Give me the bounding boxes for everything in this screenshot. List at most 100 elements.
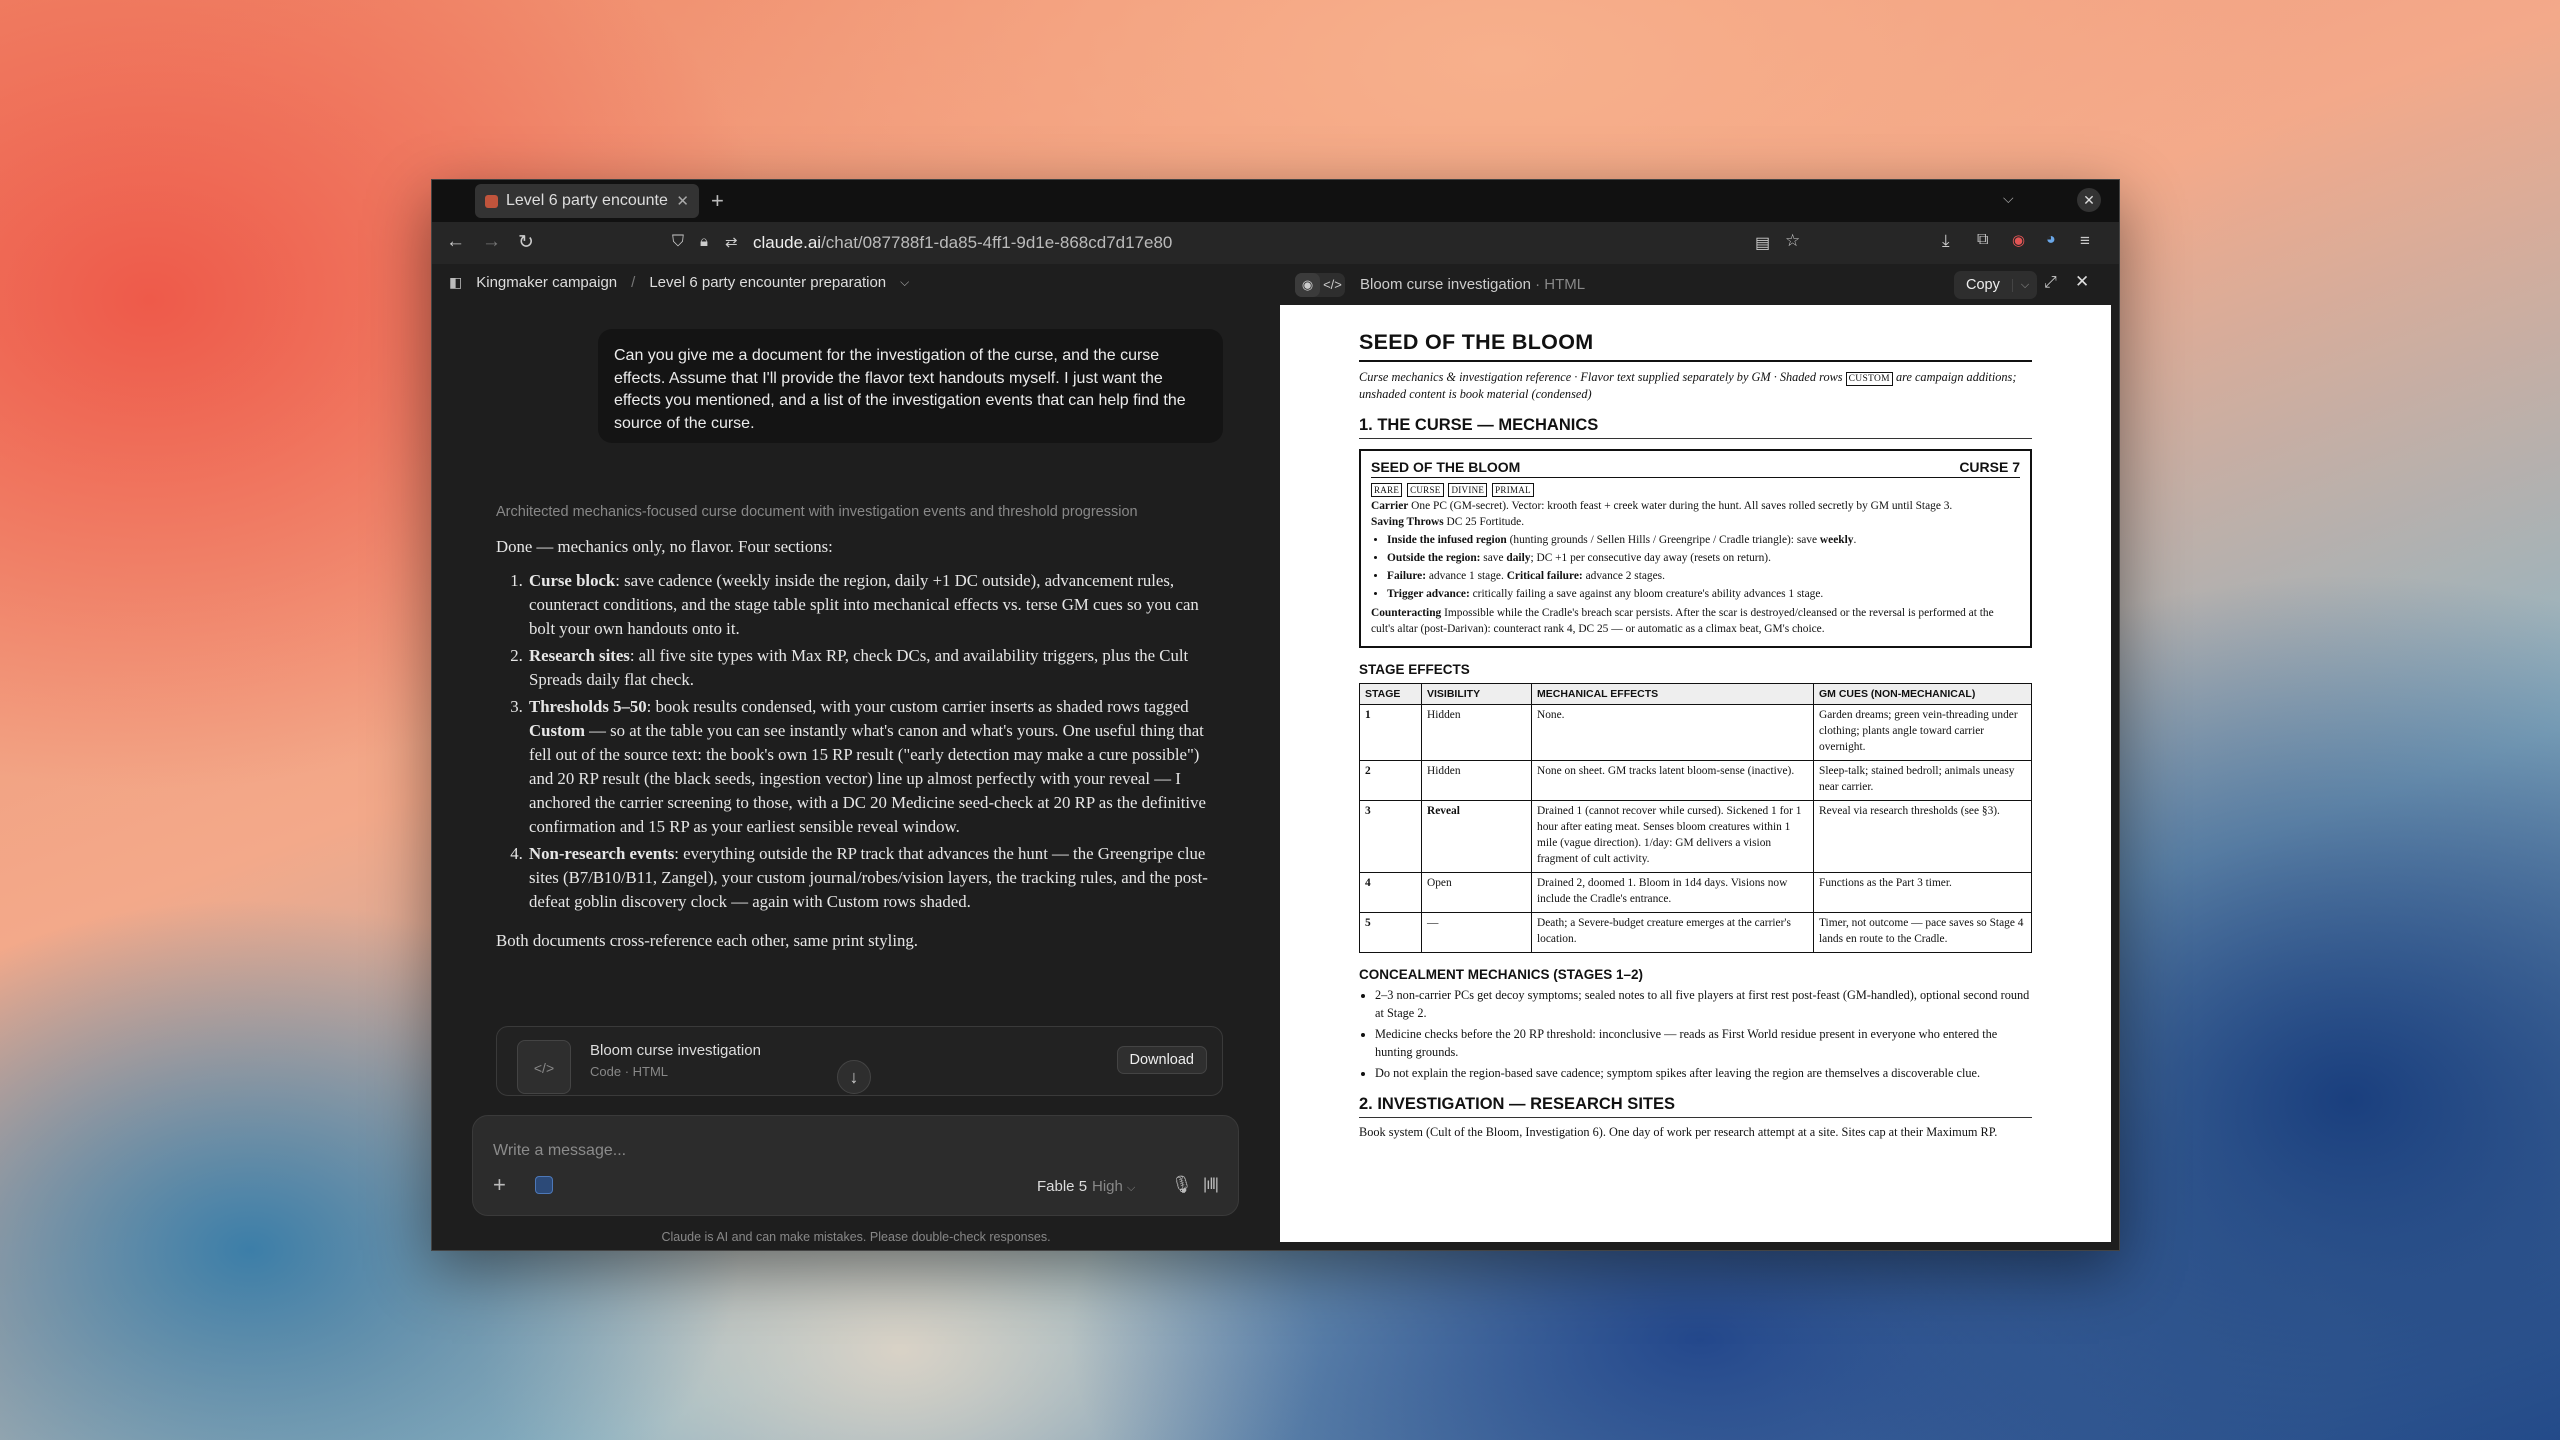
close-tab-icon[interactable]: ✕ xyxy=(676,192,689,210)
back-icon[interactable]: ← xyxy=(446,231,465,253)
panel-title-text: Bloom curse investigation xyxy=(1360,276,1531,293)
concealment-list: 2–3 non-carrier PCs get decoy symptoms; … xyxy=(1375,986,2032,1082)
item-bold: Custom xyxy=(529,721,585,740)
effort-selector[interactable]: High ⌵ xyxy=(1092,1178,1135,1195)
preview-eye-icon[interactable]: ◉ xyxy=(1295,273,1320,297)
rule-text: (hunting grounds / Sellen Hills / Greeng… xyxy=(1506,534,1820,546)
trait-tag: DIVINE xyxy=(1448,483,1488,497)
sidebar-toggle-icon[interactable]: ◧ xyxy=(449,274,462,291)
rule-text: critically failing a save against any bl… xyxy=(1469,588,1824,600)
downloads-icon[interactable]: ⤓ xyxy=(1942,231,1950,251)
rule-text: advance 2 stages. xyxy=(1582,570,1665,582)
visibility-cell: Hidden xyxy=(1421,704,1532,761)
statblock-name: SEED OF THE BLOOM xyxy=(1371,459,1521,475)
doc-subtitle: Curse mechanics & investigation referenc… xyxy=(1359,369,2032,403)
visibility-cell: Hidden xyxy=(1421,760,1532,801)
item-text: : book results condensed, with your cust… xyxy=(646,697,1189,716)
list-item: Research sites: all five site types with… xyxy=(527,644,1221,692)
code-view-icon[interactable]: </> xyxy=(1320,273,1345,297)
browser-window: Level 6 party encounter ✕ + ⌵ ✕ ← → ↻ ⛉ … xyxy=(431,179,2120,1251)
add-attachment-icon[interactable]: + xyxy=(493,1172,506,1198)
bookmark-star-icon[interactable]: ☆ xyxy=(1785,231,1800,251)
breadcrumb-project[interactable]: Kingmaker campaign xyxy=(476,274,617,291)
code-file-icon: </> xyxy=(517,1040,571,1094)
message-input[interactable]: Write a message... xyxy=(493,1142,626,1160)
saving-text: DC 25 Fortitude. xyxy=(1443,516,1525,528)
extensions-icon[interactable]: ⧉ xyxy=(1977,231,1988,249)
copy-options-chevron-icon[interactable]: ⌵ xyxy=(2011,278,2037,292)
column-header: MECHANICAL EFFECTS xyxy=(1531,683,1814,705)
effort-label: High xyxy=(1092,1178,1123,1195)
claude-app: ◧ Kingmaker campaign / Level 6 party enc… xyxy=(432,264,2119,1250)
microphone-icon[interactable]: 🎙︎ xyxy=(1171,1175,1193,1195)
list-item: Failure: advance 1 stage. Critical failu… xyxy=(1387,568,2020,584)
stage-cell: 4 xyxy=(1359,872,1422,913)
project-icon[interactable] xyxy=(535,1176,553,1194)
effort-chevron-icon: ⌵ xyxy=(1127,1182,1136,1194)
copy-label: Copy xyxy=(1966,277,2000,293)
list-item: Trigger advance: critically failing a sa… xyxy=(1387,586,2020,602)
copy-button[interactable]: Copy ⌵ xyxy=(1954,271,2038,299)
mechanics-cell: None. xyxy=(1531,704,1814,761)
menu-hamburger-icon[interactable]: ≡ xyxy=(2080,231,2090,251)
statblock-level: CURSE 7 xyxy=(1959,459,2020,475)
voice-mode-icon[interactable]: |ıll| xyxy=(1203,1176,1219,1194)
url-bar[interactable]: claude.ai/chat/087788f1-da85-4ff1-9d1e-8… xyxy=(753,233,1172,253)
claude-favicon-icon xyxy=(485,194,498,208)
table-row: 4 Open Drained 2, doomed 1. Bloom in 1d4 d… xyxy=(1359,872,2032,913)
artifact-subtitle: Code · HTML xyxy=(590,1064,669,1079)
cue-cell: Timer, not outcome — pace saves so Stage… xyxy=(1813,912,2032,953)
window-close-icon[interactable]: ✕ xyxy=(2077,188,2101,212)
scroll-down-icon[interactable]: ↓ xyxy=(837,1060,871,1094)
tab-list-chevron-icon[interactable]: ⌵ xyxy=(2003,190,2014,207)
breadcrumb-chat-title[interactable]: Level 6 party encounter preparation xyxy=(649,274,886,291)
expand-icon[interactable]: ⤢ xyxy=(2044,274,2057,292)
reload-icon[interactable]: ↻ xyxy=(518,231,534,254)
extension-badge-icon[interactable]: ◉ xyxy=(2012,231,2025,249)
visibility-cell: — xyxy=(1421,912,1532,953)
artifact-panel-header: ◉ </> Bloom curse investigation · HTML C… xyxy=(1280,264,2111,304)
shield-icon[interactable]: ⛉ xyxy=(672,233,684,251)
reader-view-icon[interactable]: ▤ xyxy=(1755,233,1770,253)
statblock-header: SEED OF THE BLOOM CURSE 7 xyxy=(1371,459,2020,478)
table-row: 5— Death; a Severe-budget creature emerge… xyxy=(1359,912,2032,953)
user-message: Can you give me a document for the inves… xyxy=(598,329,1223,443)
browser-tab[interactable]: Level 6 party encounter ✕ xyxy=(475,184,699,218)
close-panel-icon[interactable]: ✕ xyxy=(2075,272,2089,292)
permissions-icon[interactable]: ⇄ xyxy=(725,233,738,251)
view-toggle[interactable]: ◉ </> xyxy=(1295,273,1345,297)
lock-icon[interactable]: 🔒︎ xyxy=(700,233,708,250)
model-selector[interactable]: Fable 5 xyxy=(1037,1178,1087,1195)
breadcrumb: ◧ Kingmaker campaign / Level 6 party enc… xyxy=(449,274,909,291)
counteract-line: Counteracting Impossible while the Cradl… xyxy=(1371,605,2020,637)
rule-bold: Critical failure: xyxy=(1506,570,1583,582)
table-header-row: STAGE VISIBILITY MECHANICAL EFFECTS GM C… xyxy=(1359,683,2032,705)
list-item: Curse block: save cadence (weekly inside… xyxy=(527,569,1221,641)
chat-menu-chevron-icon[interactable]: ⌵ xyxy=(900,275,909,290)
saving-line: Saving Throws DC 25 Fortitude. xyxy=(1371,514,2020,530)
account-icon[interactable]: ◕ xyxy=(2046,231,2056,249)
column-header: VISIBILITY xyxy=(1421,683,1532,705)
curse-statblock: SEED OF THE BLOOM CURSE 7 RARE CURSE DIVI… xyxy=(1359,449,2032,648)
new-tab-icon[interactable]: + xyxy=(711,188,724,214)
list-item: Inside the infused region (hunting groun… xyxy=(1387,532,2020,548)
message-composer: Write a message... + Fable 5 High ⌵ 🎙︎ |… xyxy=(472,1115,1239,1216)
thinking-summary[interactable]: Architected mechanics-focused curse docu… xyxy=(496,504,1138,520)
list-item: Do not explain the region-based save cad… xyxy=(1375,1064,2032,1082)
download-button[interactable]: Download xyxy=(1116,1046,1207,1074)
forward-icon[interactable]: → xyxy=(482,231,501,253)
nav-bar: ← → ↻ ⛉ 🔒︎ ⇄ claude.ai/chat/087788f1-da8… xyxy=(432,222,2119,264)
rule-label: Trigger advance: xyxy=(1387,588,1470,600)
subsection-heading: CONCEALMENT MECHANICS (STAGES 1–2) xyxy=(1359,967,1644,982)
tab-title: Level 6 party encounter xyxy=(506,192,669,209)
item-text: — so at the table you can see instantly … xyxy=(529,721,1206,836)
list-item: Non-research events: everything outside … xyxy=(527,842,1221,914)
list-item: 2–3 non-carrier PCs get decoy symptoms; … xyxy=(1375,986,2032,1022)
visibility-cell: Reveal xyxy=(1421,800,1532,873)
section-heading: 1. THE CURSE — MECHANICS xyxy=(1359,416,2032,439)
trait-tag: PRIMAL xyxy=(1492,483,1534,497)
trait-tag: RARE xyxy=(1371,483,1403,497)
rule-text: advance 1 stage. xyxy=(1426,570,1507,582)
stage-cell: 5 xyxy=(1359,912,1422,953)
breadcrumb-separator: / xyxy=(631,274,636,291)
